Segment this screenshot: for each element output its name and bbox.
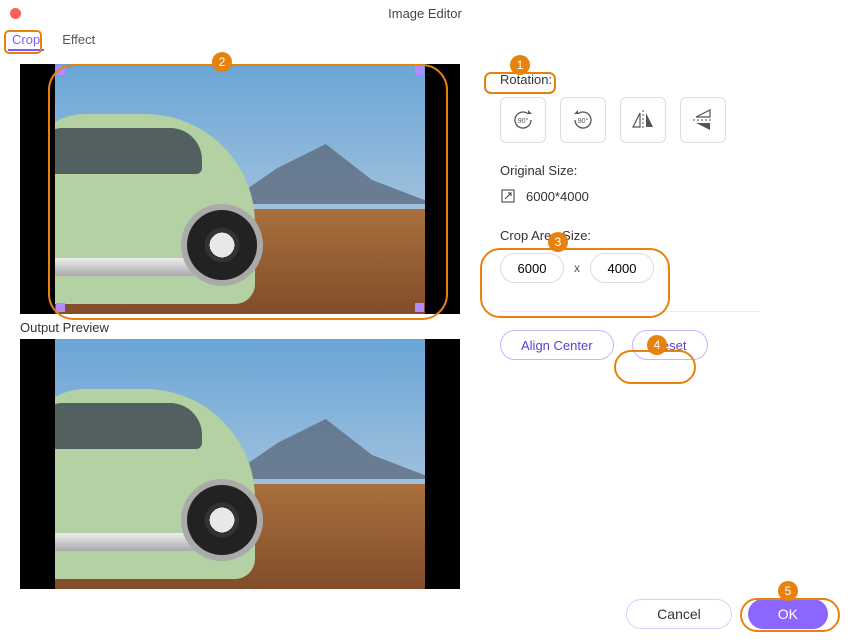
rotate-ccw-icon: 90° bbox=[509, 106, 537, 134]
photo bbox=[55, 339, 425, 589]
crop-height-input[interactable] bbox=[590, 253, 654, 283]
crop-handle-tr[interactable] bbox=[415, 66, 424, 75]
crop-size-separator: x bbox=[574, 261, 580, 275]
crop-handle-bl[interactable] bbox=[56, 303, 65, 312]
output-preview-label: Output Preview bbox=[20, 320, 460, 335]
tab-crop[interactable]: Crop bbox=[8, 30, 44, 51]
reset-button[interactable]: Reset bbox=[632, 330, 708, 360]
output-preview bbox=[20, 339, 460, 589]
flip-vertical-icon bbox=[689, 106, 717, 134]
crop-handle-tl[interactable] bbox=[56, 66, 65, 75]
flip-horizontal-icon bbox=[629, 106, 657, 134]
original-size-value: 6000*4000 bbox=[526, 189, 589, 204]
crop-area-size-label: Crop Area Size: bbox=[500, 228, 830, 243]
cancel-button[interactable]: Cancel bbox=[626, 599, 732, 629]
svg-text:90°: 90° bbox=[518, 117, 529, 125]
photo bbox=[55, 64, 425, 314]
titlebar: Image Editor bbox=[0, 0, 850, 26]
align-center-button[interactable]: Align Center bbox=[500, 330, 614, 360]
flip-vertical-button[interactable] bbox=[680, 97, 726, 143]
flip-horizontal-button[interactable] bbox=[620, 97, 666, 143]
crop-width-input[interactable] bbox=[500, 253, 564, 283]
expand-icon bbox=[500, 188, 516, 204]
crop-preview[interactable] bbox=[20, 64, 460, 314]
divider bbox=[500, 311, 760, 312]
crop-handle-br[interactable] bbox=[415, 303, 424, 312]
rotate-cw-button[interactable]: 90° bbox=[560, 97, 606, 143]
rotation-label: Rotation: bbox=[500, 72, 830, 87]
tabs: Crop Effect bbox=[0, 26, 850, 56]
window-title: Image Editor bbox=[0, 6, 850, 21]
tab-effect[interactable]: Effect bbox=[58, 30, 99, 51]
ok-button[interactable]: OK bbox=[748, 599, 828, 629]
original-size-label: Original Size: bbox=[500, 163, 830, 178]
rotate-ccw-button[interactable]: 90° bbox=[500, 97, 546, 143]
svg-text:90°: 90° bbox=[578, 117, 589, 125]
rotate-cw-icon: 90° bbox=[569, 106, 597, 134]
